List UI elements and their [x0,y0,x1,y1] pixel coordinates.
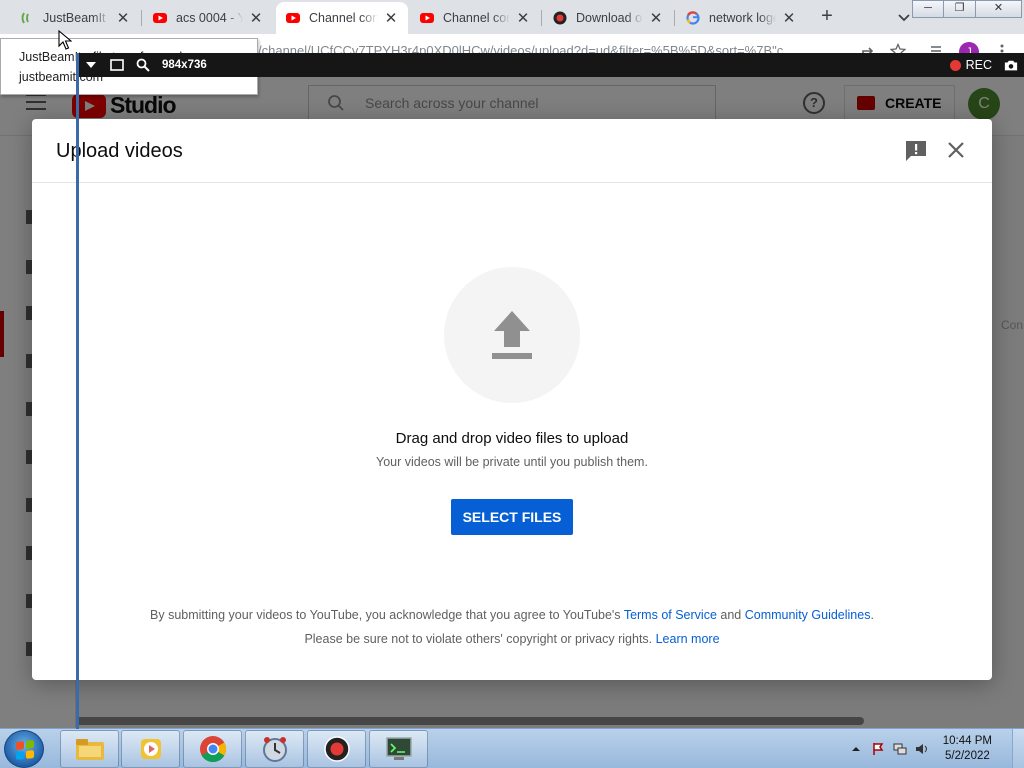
explorer-icon [75,739,104,760]
windows-logo-icon [16,740,34,760]
action-center-flag-icon[interactable] [871,742,885,756]
start-button[interactable] [4,730,44,768]
minimize-icon[interactable]: ─ [912,0,944,18]
chrome-icon [199,736,226,763]
system-tray: 10:44 PM 5/2/2022 [845,729,1024,768]
magnifier-icon[interactable] [136,58,150,72]
mouse-cursor-icon [58,30,72,50]
maximize-icon[interactable]: ❐ [944,0,976,18]
clock-app-icon [262,737,287,762]
terminal-icon [385,737,412,760]
close-tab-icon[interactable]: ✕ [782,9,796,27]
tab-channel-content[interactable]: Channel content ✕ [410,2,540,34]
upload-videos-dialog: Upload videos Drag and drop video files … [32,119,992,680]
close-icon[interactable] [945,139,967,161]
clock-date: 5/2/2022 [945,750,990,762]
new-tab-button[interactable]: + [817,6,837,26]
media-player-icon [140,739,161,759]
clock-time: 10:44 PM [942,735,992,747]
recording-frame-border [76,53,79,729]
browser-tab-strip: JustBeamIt - ✕ acs 0004 - YouTube ✕ Chan… [0,0,1024,34]
record-icon [553,11,567,25]
taskbar-chrome[interactable] [183,730,242,768]
upload-drop-zone[interactable] [444,267,580,403]
close-tab-icon[interactable]: ✕ [249,9,263,27]
windows-taskbar: 10:44 PM 5/2/2022 [0,728,1024,768]
close-tab-icon[interactable]: ✕ [516,9,530,27]
privacy-note: Your videos will be private until you pu… [376,455,648,469]
upload-arrow-icon [492,311,532,359]
youtube-icon [286,11,300,25]
taskbar-clock-app[interactable] [245,730,304,768]
rec-indicator[interactable]: REC [949,58,992,72]
tab-separator [674,10,675,26]
tab-justbeamit[interactable]: JustBeamIt - ✕ [10,2,140,34]
window-frame-icon[interactable] [110,58,124,72]
select-files-button[interactable]: SELECT FILES [451,499,573,535]
close-tab-icon[interactable]: ✕ [649,9,663,27]
learn-more-link[interactable]: Learn more [656,632,720,646]
show-desktop-button[interactable] [1012,729,1024,768]
tab-separator [141,10,142,26]
legal-text-line1: By submitting your videos to YouTube, yo… [150,608,874,622]
recording-resolution: 984x736 [162,59,207,71]
close-tab-icon[interactable]: ✕ [116,9,130,27]
tab-search-chevron-icon[interactable] [895,8,913,26]
tab-channel-content-active[interactable]: Channel content ✕ [276,2,408,34]
youtube-icon [420,11,434,25]
taskbar-terminal[interactable] [369,730,428,768]
justbeamit-icon [20,11,34,25]
drag-drop-text: Drag and drop video files to upload [395,430,629,447]
feedback-icon[interactable] [905,140,927,161]
system-clock[interactable]: 10:44 PM 5/2/2022 [943,734,992,764]
dialog-header: Upload videos [32,119,992,183]
volume-icon[interactable] [915,742,929,756]
dialog-title: Upload videos [56,140,183,162]
recorder-app-icon [323,736,350,762]
close-window-icon[interactable]: ✕ [976,0,1022,18]
tab-acs-0004[interactable]: acs 0004 - YouTube ✕ [143,2,273,34]
record-dot-icon [949,59,961,71]
network-icon[interactable] [893,742,907,756]
google-icon [686,11,700,25]
youtube-icon [153,11,167,25]
camera-icon[interactable] [1004,58,1018,72]
community-guidelines-link[interactable]: Community Guidelines [745,608,871,622]
legal-text-line2: Please be sure not to violate others' co… [304,632,720,646]
tab-download[interactable]: Download o ✕ [543,2,673,34]
window-controls: ─ ❐ ✕ [912,0,1022,18]
dropdown-arrow-icon[interactable] [84,58,98,72]
show-hidden-icons-icon[interactable] [849,742,863,756]
close-tab-icon[interactable]: ✕ [384,9,398,27]
screen-recorder-toolbar: 984x736 REC [78,53,1024,77]
taskbar-media-player[interactable] [121,730,180,768]
tab-network-logon[interactable]: network loge ✕ [676,2,806,34]
tab-separator [541,10,542,26]
taskbar-explorer[interactable] [60,730,119,768]
terms-of-service-link[interactable]: Terms of Service [624,608,717,622]
taskbar-recorder[interactable] [307,730,366,768]
